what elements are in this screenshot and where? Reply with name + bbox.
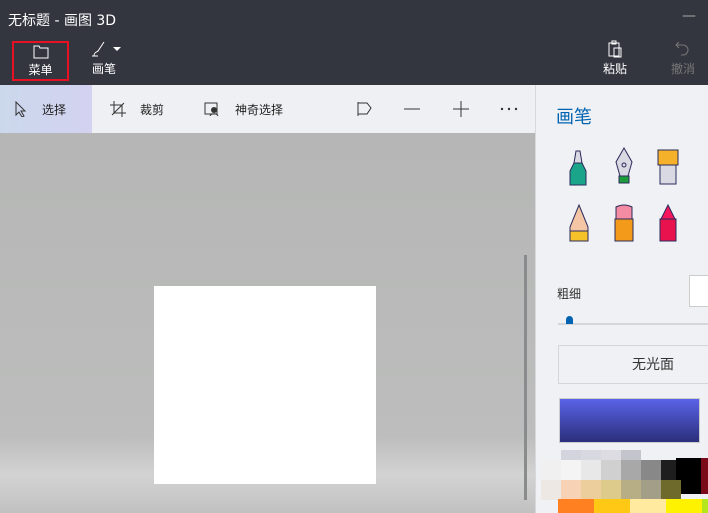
color-swatch[interactable]	[601, 480, 621, 500]
flag-icon	[357, 102, 372, 116]
magic-select-icon	[204, 102, 219, 116]
select-label: 选择	[42, 102, 67, 117]
color-swatch[interactable]	[541, 480, 561, 500]
undo-label: 撤消	[670, 62, 695, 76]
folder-icon	[33, 45, 48, 59]
paste-label: 粘贴	[602, 62, 627, 76]
crop-icon	[110, 101, 126, 117]
color-swatch[interactable]	[641, 480, 661, 500]
minimize-button[interactable]: —	[682, 8, 696, 24]
brushes-panel: 画笔 粗细 无光面	[535, 85, 708, 513]
more-icon	[500, 107, 518, 111]
color-swatch[interactable]	[630, 499, 666, 513]
color-swatch[interactable]	[621, 460, 641, 480]
color-swatch[interactable]	[561, 460, 581, 480]
color-swatch[interactable]	[601, 460, 621, 480]
vertical-scrollbar[interactable]	[524, 255, 527, 500]
color-swatch[interactable]	[701, 458, 708, 494]
color-swatch[interactable]	[541, 460, 561, 480]
thickness-label: 粗细	[557, 287, 582, 301]
pencil-icon[interactable]	[566, 204, 592, 242]
color-swatch[interactable]	[581, 480, 601, 500]
undo-icon	[675, 41, 689, 56]
crop-tool[interactable]: 裁剪	[110, 85, 164, 133]
view-3d-button[interactable]	[357, 85, 387, 133]
drawing-canvas[interactable]	[154, 286, 376, 484]
color-swatch[interactable]	[641, 460, 661, 480]
minus-icon	[404, 108, 420, 110]
marker-icon[interactable]	[566, 149, 592, 187]
color-swatch[interactable]	[581, 460, 601, 480]
color-swatch[interactable]	[702, 499, 708, 513]
title-bar: 无标题 - 画图 3D —	[0, 0, 708, 36]
magic-select-tool[interactable]: 神奇选择	[204, 85, 283, 133]
eraser-icon[interactable]	[611, 204, 637, 242]
color-swatch[interactable]	[561, 480, 581, 500]
menu-label: 菜单	[28, 63, 53, 77]
plus-icon	[453, 101, 469, 117]
color-swatch[interactable]	[594, 499, 630, 513]
thickness-slider-thumb[interactable]	[566, 316, 573, 324]
color-swatch[interactable]	[661, 480, 681, 500]
tool-toolbar: 选择 裁剪 神奇选择	[0, 85, 535, 133]
thickness-input[interactable]	[689, 275, 708, 307]
top-toolbar: 菜单 画笔 粘贴 撤消	[0, 36, 708, 85]
brushes-label: 画笔	[91, 62, 116, 76]
color-swatch[interactable]	[666, 499, 702, 513]
crayon-icon[interactable]	[655, 204, 681, 242]
paste-icon	[608, 40, 622, 58]
brushes-button[interactable]: 画笔	[84, 40, 124, 77]
color-swatch[interactable]	[558, 499, 594, 513]
current-color-swatch[interactable]	[559, 398, 700, 443]
brush-icon	[92, 41, 121, 57]
select-tool[interactable]: 选择	[0, 85, 92, 133]
calligraphy-pen-icon[interactable]	[611, 147, 637, 185]
crop-label: 裁剪	[140, 102, 165, 117]
cursor-icon	[15, 101, 27, 117]
menu-button[interactable]: 菜单	[12, 41, 69, 81]
paste-button[interactable]: 粘贴	[600, 40, 630, 77]
zoom-out-button[interactable]	[404, 85, 434, 133]
zoom-in-button[interactable]	[453, 85, 483, 133]
panel-title: 画笔	[556, 107, 592, 128]
window-title: 无标题 - 画图 3D	[8, 13, 117, 29]
undo-button[interactable]: 撤消	[668, 40, 698, 77]
thickness-slider[interactable]	[558, 323, 708, 325]
color-swatch[interactable]	[621, 480, 641, 500]
more-button[interactable]	[500, 85, 532, 133]
finish-dropdown[interactable]: 无光面	[558, 345, 708, 384]
oil-brush-icon[interactable]	[655, 148, 681, 186]
magic-select-label: 神奇选择	[235, 102, 284, 117]
